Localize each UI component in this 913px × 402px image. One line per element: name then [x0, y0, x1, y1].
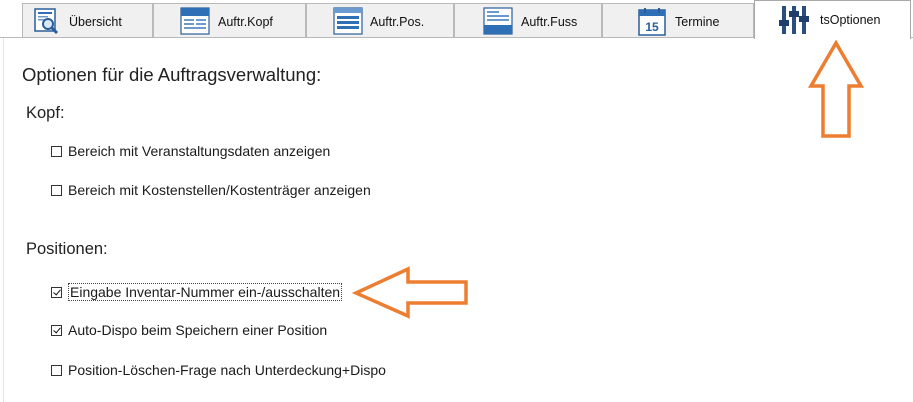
tab-label: Termine: [675, 15, 720, 29]
section-title-kopf: Kopf:: [26, 104, 65, 122]
option-inventar-nummer[interactable]: Eingabe Inventar-Nummer ein-/ausschalten: [51, 283, 343, 301]
tab-label: Auftr.Fuss: [521, 15, 578, 29]
option-auto-dispo[interactable]: Auto-Dispo beim Speichern einer Position: [51, 321, 327, 339]
option-veranstaltungsdaten[interactable]: Bereich mit Veranstaltungsdaten anzeigen: [51, 142, 330, 160]
option-label: Position-Löschen-Frage nach Unterdeckung…: [68, 362, 386, 378]
tab-tsoptionen[interactable]: tsOptionen: [754, 0, 911, 39]
option-position-loeschen-frage[interactable]: Position-Löschen-Frage nach Unterdeckung…: [51, 361, 386, 379]
order-footer-form-icon: [483, 7, 513, 38]
order-header-form-icon: [180, 7, 210, 38]
tab-termine[interactable]: 15 Termine: [602, 3, 754, 37]
calendar-icon: 15: [637, 7, 667, 40]
tab-uebersicht[interactable]: Übersicht: [22, 3, 153, 37]
panel-left-border: [3, 38, 4, 402]
tab-auftr-pos[interactable]: Auftr.Pos.: [306, 3, 454, 37]
up-arrow-icon: [808, 40, 864, 138]
tab-auftr-fuss[interactable]: Auftr.Fuss: [454, 3, 602, 37]
checkbox[interactable]: [51, 145, 62, 157]
section-title-positionen: Positionen:: [26, 240, 108, 258]
option-label: Eingabe Inventar-Nummer ein-/ausschalten: [68, 283, 343, 301]
sliders-icon: [777, 4, 811, 39]
tab-label: tsOptionen: [820, 13, 881, 27]
tab-label: Übersicht: [69, 15, 122, 29]
overview-document-magnifier-icon: [33, 7, 61, 38]
order-positions-form-icon: [333, 7, 363, 38]
tab-auftr-kopf[interactable]: Auftr.Kopf: [153, 3, 306, 37]
option-label: Auto-Dispo beim Speichern einer Position: [68, 322, 328, 338]
tab-label: Auftr.Kopf: [218, 15, 273, 29]
left-arrow-icon: [352, 266, 468, 319]
checkbox[interactable]: [51, 184, 62, 196]
checkbox-checked[interactable]: [51, 286, 62, 298]
page-title: Optionen für die Auftragsverwaltung:: [22, 64, 322, 85]
checkbox-checked[interactable]: [51, 324, 62, 336]
tab-label: Auftr.Pos.: [370, 15, 425, 29]
tab-bar: Übersicht Auftr.Kopf Auftr.Pos. Auftr.Fu…: [0, 0, 913, 39]
option-label: Bereich mit Kostenstellen/Kostenträger a…: [68, 182, 371, 198]
option-label: Bereich mit Veranstaltungsdaten anzeigen: [68, 143, 331, 159]
checkbox[interactable]: [51, 364, 62, 376]
option-kostenstellen[interactable]: Bereich mit Kostenstellen/Kostenträger a…: [51, 181, 371, 199]
calendar-day-number: 15: [645, 20, 659, 34]
